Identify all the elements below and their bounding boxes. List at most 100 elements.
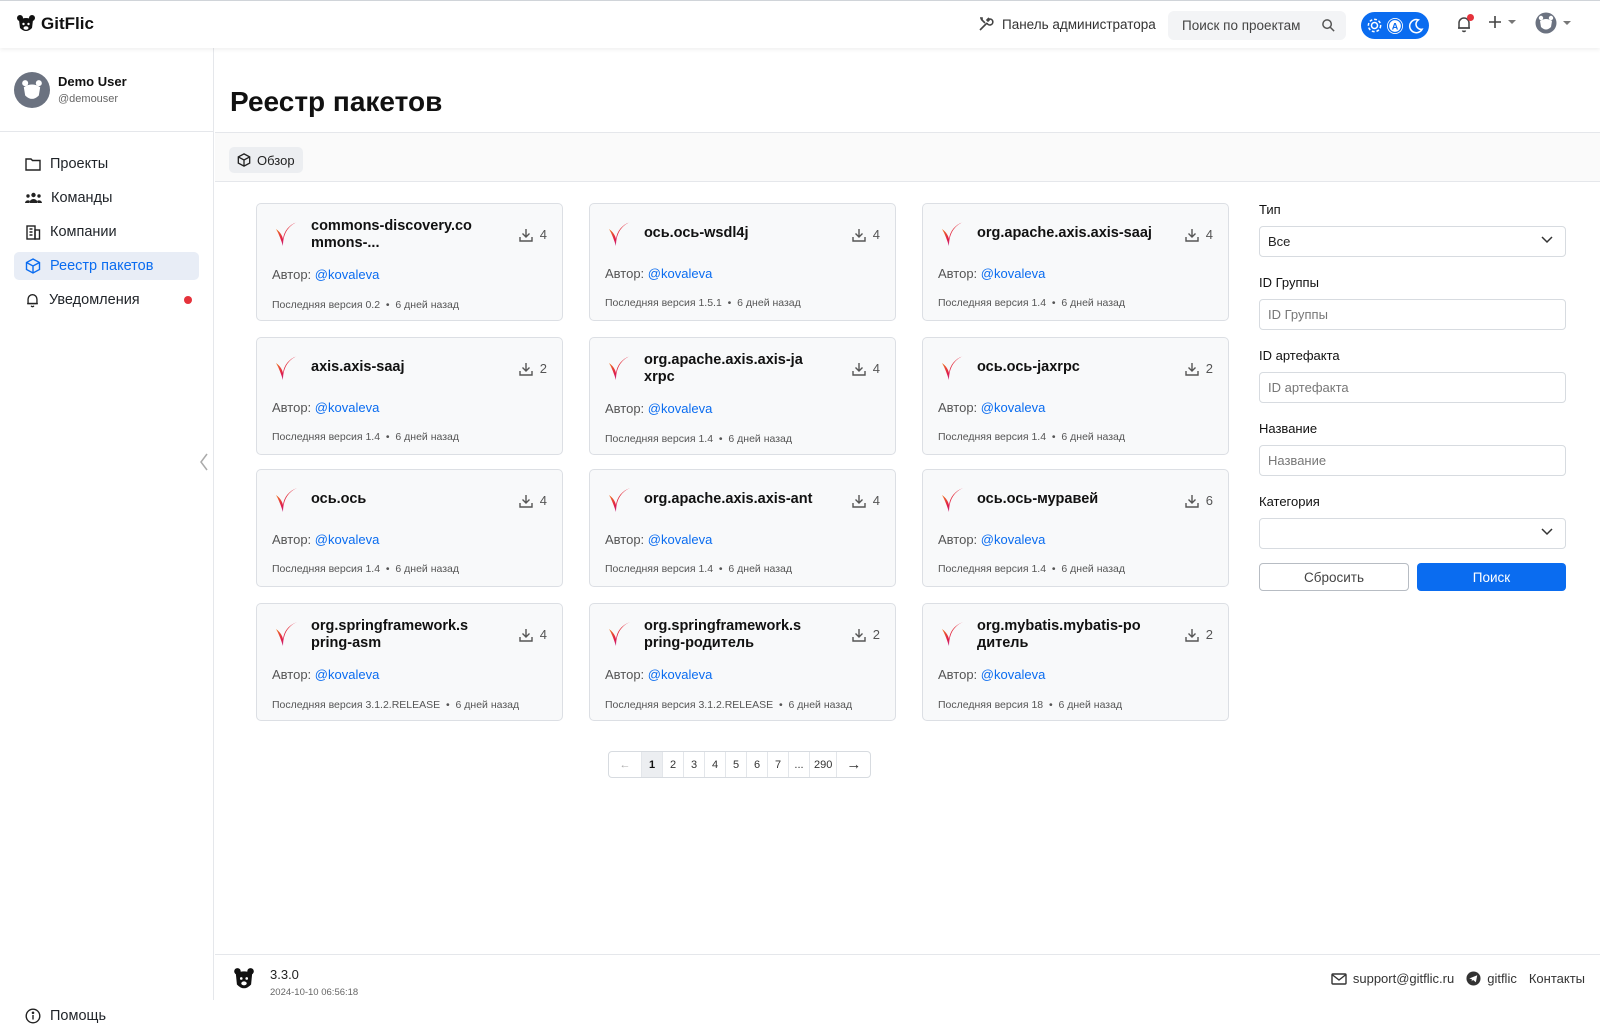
- collapse-sidebar-button[interactable]: [199, 453, 209, 471]
- meta-separator: •: [380, 563, 396, 575]
- package-card[interactable]: org.mybatis.mybatis-родитель 2 Автор: @kov…: [922, 603, 1229, 721]
- package-card[interactable]: axis.axis-saaj 2 Автор: @kovaleva Последняя…: [256, 337, 563, 455]
- user-profile[interactable]: Demo User @demouser: [0, 48, 213, 132]
- bear-logo-icon: [16, 14, 36, 34]
- package-author: Автор: @kovaleva: [938, 266, 1045, 281]
- artifact-id-input[interactable]: [1268, 380, 1557, 395]
- name-input[interactable]: [1268, 453, 1557, 468]
- author-link[interactable]: @kovaleva: [315, 400, 380, 415]
- reset-button[interactable]: Сбросить: [1259, 563, 1409, 591]
- package-card[interactable]: org.apache.axis.axis-jaxrpc 4 Автор: @kova…: [589, 337, 896, 455]
- package-name[interactable]: org.apache.axis.axis-ant: [644, 491, 844, 508]
- package-name[interactable]: org.mybatis.mybatis-родитель: [977, 618, 1142, 652]
- author-link[interactable]: @kovaleva: [981, 532, 1046, 547]
- create-menu-button[interactable]: [1488, 15, 1516, 29]
- package-name[interactable]: axis.axis-saaj: [311, 359, 511, 376]
- group-id-field[interactable]: [1259, 299, 1566, 330]
- user-menu-button[interactable]: [1535, 12, 1571, 34]
- author-link[interactable]: @kovaleva: [648, 401, 713, 416]
- next-page-button[interactable]: →: [837, 752, 870, 777]
- sidebar-item-label: Команды: [51, 190, 113, 206]
- package-meta: Последняя версия 18 • 6 дней назад: [938, 699, 1122, 711]
- latest-version: Последняя версия 3.1.2.RELEASE: [605, 699, 774, 711]
- package-name[interactable]: ось.ось-jaxrpc: [977, 359, 1177, 376]
- page-button[interactable]: 6: [747, 752, 768, 777]
- package-name[interactable]: commons-discovery.commons-...: [311, 218, 476, 252]
- support-email-link[interactable]: support@gitflic.ru: [1331, 971, 1454, 986]
- package-meta: Последняя версия 1.4 • 6 дней назад: [605, 433, 792, 445]
- author-link[interactable]: @kovaleva: [648, 667, 713, 682]
- sidebar-item-companies[interactable]: Компании: [14, 218, 199, 246]
- page-button[interactable]: 7: [768, 752, 789, 777]
- sidebar-item-notifications[interactable]: Уведомления: [14, 286, 199, 314]
- author-link[interactable]: @kovaleva: [981, 400, 1046, 415]
- group-id-input[interactable]: [1268, 307, 1557, 322]
- package-card[interactable]: commons-discovery.commons-... 4 Автор: @ko…: [256, 203, 563, 321]
- admin-panel-link[interactable]: Панель администратора: [978, 16, 1156, 32]
- page-button[interactable]: 1: [642, 752, 663, 777]
- category-select[interactable]: [1259, 518, 1566, 549]
- download-count: 2: [519, 361, 547, 376]
- package-meta: Последняя версия 1.4 • 6 дней назад: [938, 431, 1125, 443]
- package-card[interactable]: ось.ось 4 Автор: @kovaleva Последняя версия…: [256, 469, 563, 587]
- brand-logo[interactable]: GitFlic: [16, 14, 94, 34]
- package-card[interactable]: org.springframework.spring-родитель 2 Авто…: [589, 603, 896, 721]
- author-link[interactable]: @kovaleva: [648, 266, 713, 281]
- author-link[interactable]: @kovaleva: [981, 667, 1046, 682]
- package-card[interactable]: org.apache.axis.axis-saaj 4 Автор: @kovale…: [922, 203, 1229, 321]
- name-field[interactable]: [1259, 445, 1566, 476]
- help-link[interactable]: Помощь: [25, 1008, 106, 1024]
- download-value: 2: [539, 361, 547, 376]
- project-search[interactable]: [1168, 11, 1346, 40]
- page-button[interactable]: 4: [705, 752, 726, 777]
- tab-overview[interactable]: Обзор: [229, 147, 303, 173]
- download-icon: [852, 628, 866, 642]
- author-label: Автор:: [938, 532, 978, 547]
- package-card[interactable]: ось.ось-муравей 6 Автор: @kovaleva Последня…: [922, 469, 1229, 587]
- page-button[interactable]: 290: [810, 752, 838, 777]
- dark-theme-icon[interactable]: [1407, 17, 1424, 34]
- package-card[interactable]: ось.ось-wsdl4j 4 Автор: @kovaleva Последняя…: [589, 203, 896, 321]
- theme-switcher[interactable]: A: [1361, 12, 1429, 39]
- sidebar-item-package-registry[interactable]: Реестр пакетов: [14, 252, 199, 280]
- sidebar-item-projects[interactable]: Проекты: [14, 150, 199, 178]
- package-name[interactable]: org.springframework.spring-asm: [311, 618, 476, 652]
- package-author: Автор: @kovaleva: [272, 267, 379, 282]
- author-link[interactable]: @kovaleva: [648, 532, 713, 547]
- package-name[interactable]: ось.ось-муравей: [977, 491, 1177, 508]
- author-link[interactable]: @kovaleva: [315, 532, 380, 547]
- type-select[interactable]: Все: [1259, 226, 1566, 257]
- notifications-button[interactable]: [1456, 14, 1474, 33]
- meta-separator: •: [380, 431, 396, 443]
- apache-feather-icon: [940, 620, 966, 650]
- prev-page-button[interactable]: ←: [609, 752, 642, 777]
- author-link[interactable]: @kovaleva: [315, 267, 380, 282]
- page-button[interactable]: 3: [684, 752, 705, 777]
- page-button[interactable]: 5: [726, 752, 747, 777]
- info-icon: [25, 1008, 41, 1024]
- search-icon[interactable]: [1321, 18, 1336, 33]
- package-card[interactable]: ось.ось-jaxrpc 2 Автор: @kovaleva Последняя…: [922, 337, 1229, 455]
- sidebar-item-label: Уведомления: [49, 292, 140, 308]
- package-name[interactable]: ось.ось-wsdl4j: [644, 225, 844, 242]
- user-name: Demo User: [58, 74, 127, 89]
- system-theme-icon[interactable]: [1366, 17, 1383, 34]
- search-button[interactable]: Поиск: [1417, 563, 1566, 591]
- package-card[interactable]: org.springframework.spring-asm 4 Автор: @k…: [256, 603, 563, 721]
- download-count: 4: [852, 361, 880, 376]
- package-name[interactable]: ось.ось: [311, 491, 511, 508]
- package-card[interactable]: org.apache.axis.axis-ant 4 Автор: @kovalev…: [589, 469, 896, 587]
- artifact-id-field[interactable]: [1259, 372, 1566, 403]
- latest-version: Последняя версия 1.5.1: [605, 297, 722, 309]
- author-link[interactable]: @kovaleva: [981, 266, 1046, 281]
- page-button[interactable]: 2: [663, 752, 684, 777]
- search-input[interactable]: [1182, 18, 1318, 33]
- telegram-link[interactable]: gitflic: [1466, 971, 1517, 986]
- package-name[interactable]: org.apache.axis.axis-jaxrpc: [644, 352, 809, 386]
- sidebar-item-teams[interactable]: Команды: [14, 184, 199, 212]
- package-name[interactable]: org.springframework.spring-родитель: [644, 618, 809, 652]
- package-name[interactable]: org.apache.axis.axis-saaj: [977, 225, 1177, 242]
- auto-theme-icon[interactable]: A: [1386, 17, 1404, 35]
- contacts-link[interactable]: Контакты: [1529, 971, 1585, 986]
- author-link[interactable]: @kovaleva: [315, 667, 380, 682]
